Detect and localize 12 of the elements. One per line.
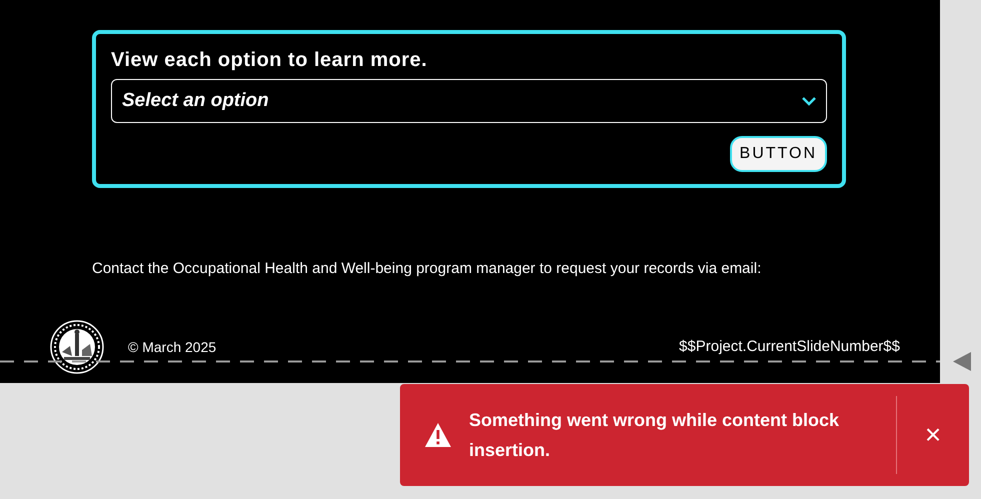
copyright-text: © March 2025 (128, 338, 216, 356)
card-button[interactable]: BUTTON (730, 136, 827, 172)
option-select[interactable]: Select an option (111, 79, 827, 123)
slide-number: $$Project.CurrentSlideNumber$$ (679, 336, 900, 357)
toast-message: Something went wrong while content block insertion. (469, 409, 840, 462)
chevron-down-icon (802, 96, 816, 106)
seal-logo (50, 320, 104, 374)
contact-text: Contact the Occupational Health and Well-being program manager to request your records via email: (92, 260, 762, 278)
close-button[interactable]: × (897, 384, 969, 486)
card-heading: View each option to learn more. (111, 48, 428, 72)
triangle-marker-icon (953, 352, 971, 371)
warning-icon (424, 422, 452, 448)
